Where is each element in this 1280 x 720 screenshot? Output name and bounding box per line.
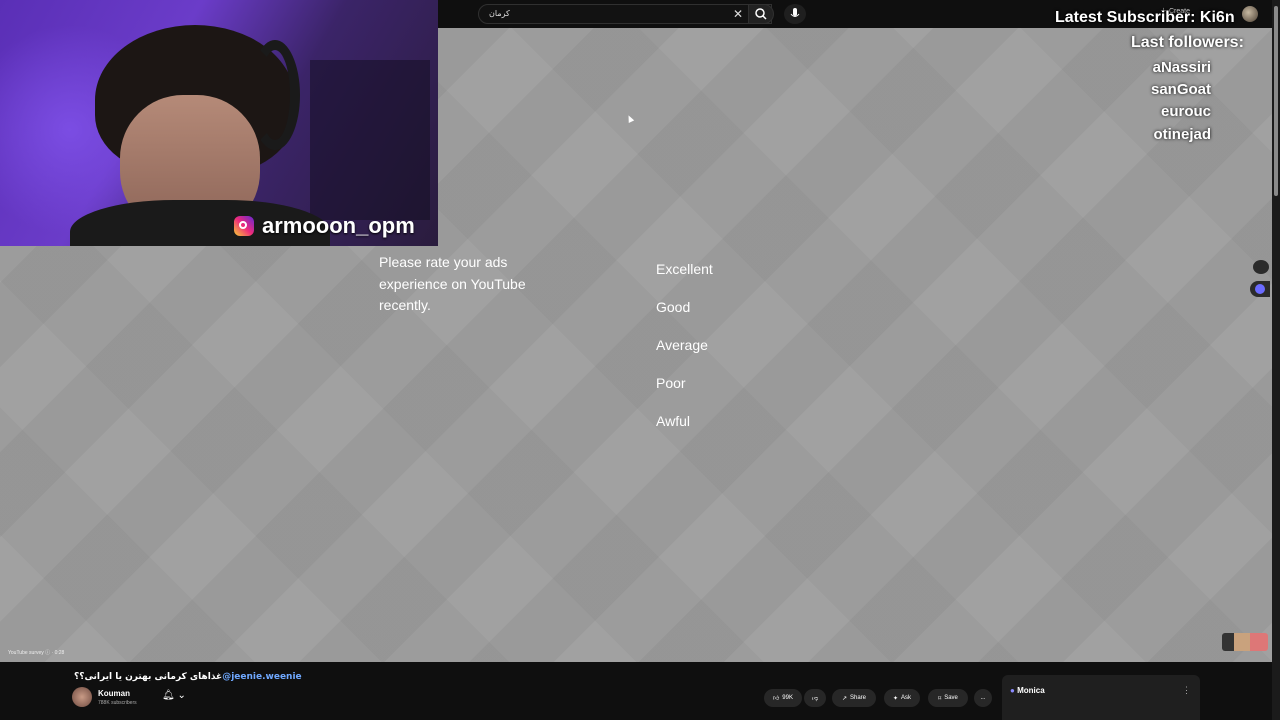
mic-icon — [790, 8, 800, 17]
search-icon — [755, 8, 767, 20]
notification-bell-icon[interactable]: 🔔︎ ⌄ — [162, 690, 186, 701]
headset-icon — [250, 40, 300, 150]
account-avatar[interactable] — [1242, 6, 1258, 22]
share-button[interactable]: ↗ Share — [832, 689, 876, 707]
monica-icon: ● — [1010, 686, 1015, 695]
like-count: 99K — [782, 695, 793, 701]
video-title-mention[interactable]: @jeenie.weenie — [222, 672, 301, 682]
follower-item: otinejad — [1153, 126, 1211, 143]
viewer-avatars[interactable] — [1222, 633, 1268, 651]
video-title-text: غذاهای کرمانی بهترن یا ایرانی؟؟ — [74, 672, 223, 682]
close-icon[interactable]: ✕ — [731, 7, 745, 21]
survey-option-excellent[interactable]: Excellent — [656, 261, 713, 277]
share-label: Share — [850, 695, 867, 701]
mic-button[interactable] — [784, 4, 806, 24]
instagram-handle: armooon_opm — [234, 213, 415, 239]
instagram-icon — [234, 216, 254, 236]
survey-option-poor[interactable]: Poor — [656, 375, 686, 391]
monica-menu-icon[interactable]: ⋮ — [1182, 685, 1191, 696]
video-title: غذاهای کرمانی بهترن یا ایرانی؟؟@jeenie.w… — [74, 672, 302, 682]
save-button[interactable]: ⌑ Save — [928, 689, 968, 707]
survey-option-awful[interactable]: Awful — [656, 413, 690, 429]
search-button[interactable] — [748, 4, 774, 24]
save-label: Save — [944, 695, 958, 701]
survey-label: YouTube survey ⓘ · 0:28 — [8, 650, 65, 656]
dislike-button[interactable]: 👎︎ — [804, 689, 826, 707]
thumbs-up-icon: 👍︎ — [773, 696, 780, 702]
latest-subscriber: Latest Subscriber: Ki6n — [1055, 9, 1235, 26]
follower-item: aNassiri — [1152, 59, 1211, 76]
webcam-background — [310, 60, 430, 220]
channel-avatar[interactable] — [72, 687, 92, 707]
scrollbar-thumb[interactable] — [1274, 6, 1278, 196]
more-icon: ... — [980, 695, 986, 701]
followers-title: Last followers: — [1131, 34, 1244, 51]
monica-side-icon[interactable] — [1250, 281, 1270, 297]
survey-option-average[interactable]: Average — [656, 337, 708, 353]
ask-label: Ask — [901, 695, 912, 701]
monica-panel[interactable] — [1002, 675, 1200, 720]
monica-label-text: Monica — [1017, 686, 1045, 695]
follower-item: sanGoat — [1150, 81, 1211, 98]
channel-name[interactable]: Kouman — [98, 689, 130, 698]
follower-item: eurouc — [1160, 103, 1211, 120]
survey-question: Please rate your ads experience on YouTu… — [379, 254, 526, 313]
extension-icon[interactable] — [1253, 260, 1269, 274]
channel-subscribers: 788K subscribers — [98, 700, 137, 706]
instagram-handle-text: armooon_opm — [262, 213, 415, 238]
ask-button[interactable]: ✦ Ask — [884, 689, 920, 707]
share-icon: ↗ — [841, 695, 847, 702]
thumbs-down-icon: 👎︎ — [811, 696, 819, 702]
more-button[interactable]: ... — [974, 689, 992, 707]
bookmark-icon: ⌑ — [938, 695, 942, 702]
sparkle-icon: ✦ — [892, 695, 898, 702]
search-input[interactable]: کرمان — [478, 4, 772, 24]
like-button[interactable]: 👍︎ 99K — [764, 689, 802, 707]
monica-label: ● Monica — [1010, 686, 1045, 695]
webcam-overlay — [0, 0, 438, 246]
survey-option-good[interactable]: Good — [656, 299, 690, 315]
